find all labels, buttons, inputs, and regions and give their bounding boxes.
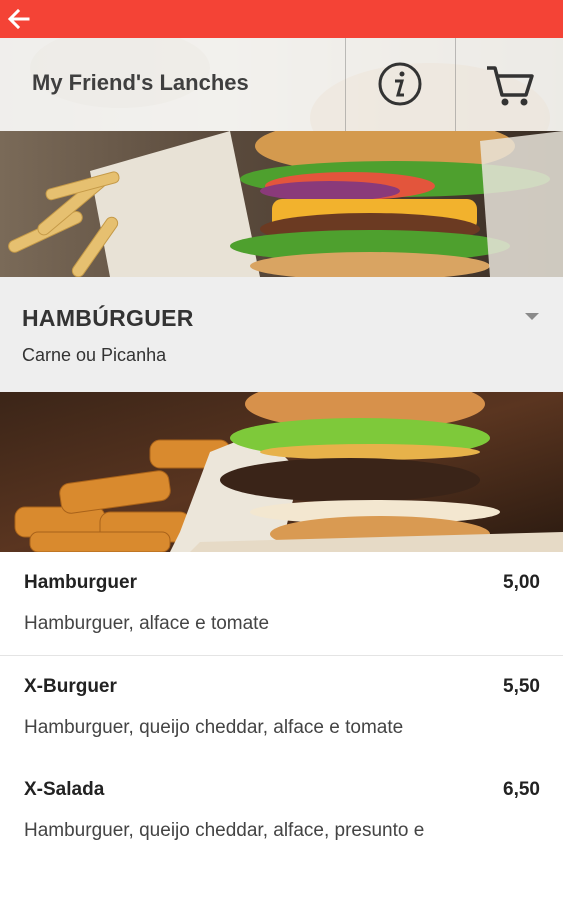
item-description: Hamburguer, queijo cheddar, alface e tom… bbox=[24, 717, 404, 738]
item-description: Hamburguer, queijo cheddar, alface, pres… bbox=[24, 820, 425, 841]
info-button[interactable] bbox=[346, 38, 455, 131]
menu-item[interactable]: Hamburguer 5,00 Hamburguer, alface e tom… bbox=[0, 552, 563, 656]
category-subtitle: Carne ou Picanha bbox=[22, 345, 167, 365]
category-banner-image bbox=[0, 131, 563, 277]
app-header: My Friend's Lanches bbox=[0, 38, 563, 131]
back-arrow-icon[interactable] bbox=[6, 6, 32, 32]
cart-button[interactable] bbox=[456, 38, 563, 131]
item-name: Hamburguer bbox=[24, 572, 137, 593]
item-price: 5,00 bbox=[503, 572, 540, 593]
top-bar bbox=[0, 0, 563, 38]
cart-icon bbox=[487, 66, 534, 106]
item-description: Hamburguer, alface e tomate bbox=[24, 613, 270, 634]
info-icon bbox=[378, 62, 422, 106]
menu-item[interactable]: X-Burguer 5,50 Hamburguer, queijo chedda… bbox=[0, 656, 563, 760]
category-title: HAMBÚRGUER bbox=[22, 305, 194, 331]
item-name: X-Burguer bbox=[24, 676, 117, 697]
menu-item[interactable]: X-Salada 6,50 Hamburguer, queijo cheddar… bbox=[0, 759, 563, 862]
category-photo bbox=[0, 392, 563, 552]
item-name: X-Salada bbox=[24, 779, 105, 800]
app-title: My Friend's Lanches bbox=[32, 70, 249, 95]
item-price: 6,50 bbox=[503, 779, 540, 800]
category-header-hamburguer[interactable]: HAMBÚRGUER Carne ou Picanha bbox=[0, 277, 563, 392]
caret-down-icon[interactable] bbox=[525, 313, 539, 320]
item-price: 5,50 bbox=[503, 676, 540, 697]
